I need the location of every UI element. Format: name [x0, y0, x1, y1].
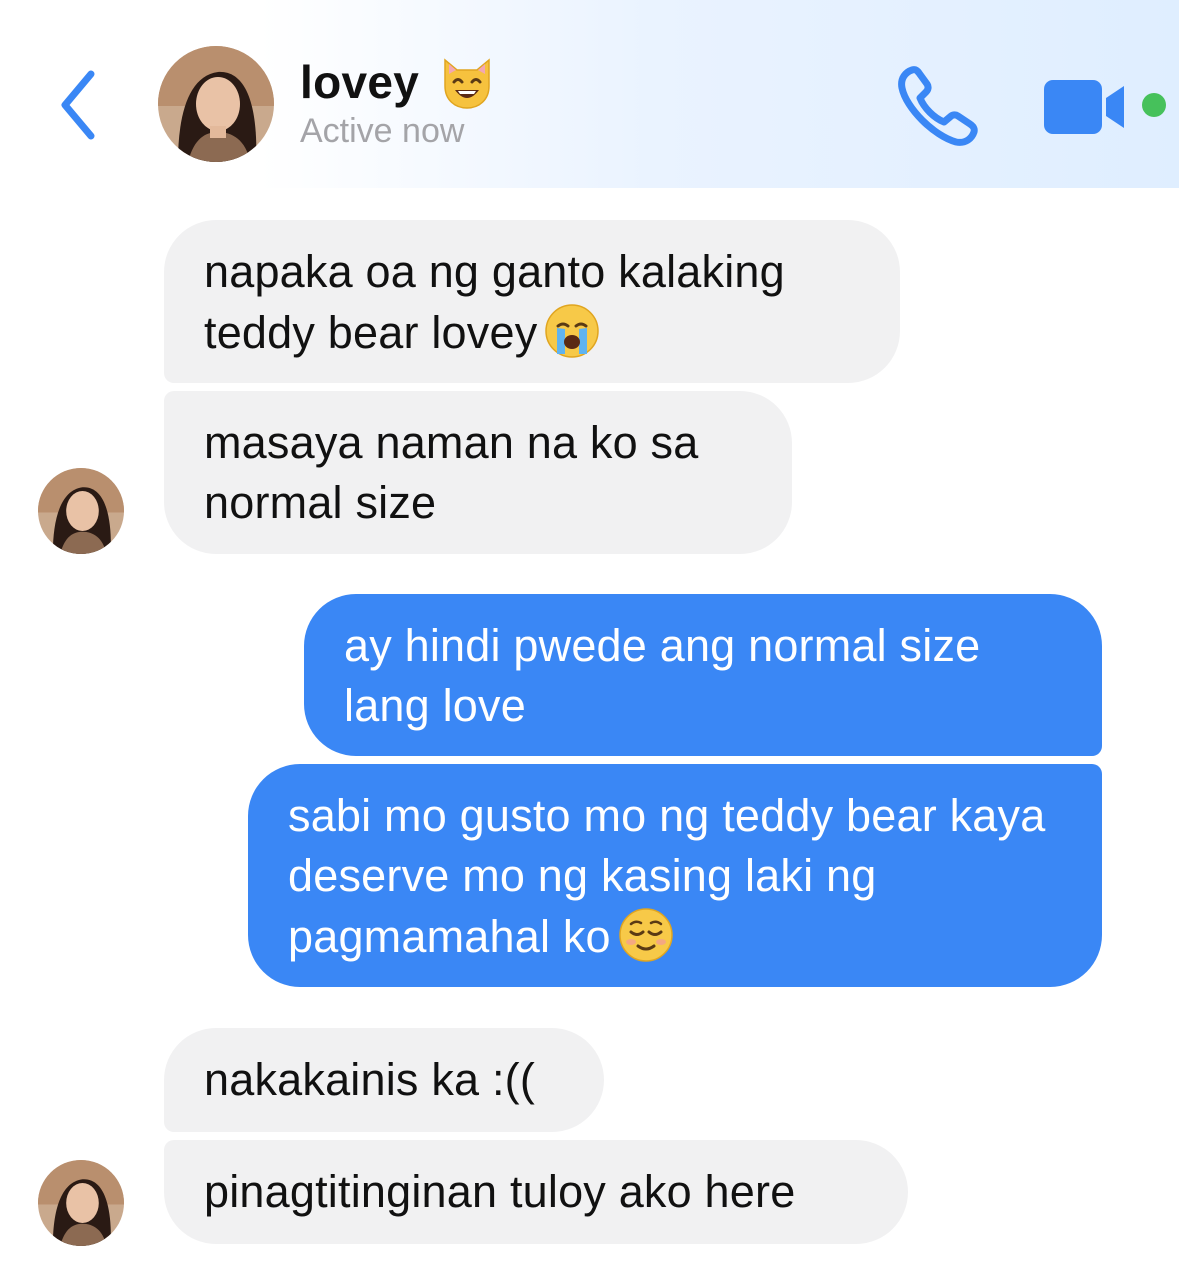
- incoming-message[interactable]: nakakainis ka :((: [164, 1028, 604, 1132]
- contact-status: Active now: [300, 112, 465, 150]
- contact-avatar[interactable]: [158, 46, 274, 162]
- message-text: napaka oa ng ganto kalaking teddy bear l…: [204, 246, 785, 358]
- outgoing-message[interactable]: sabi mo gusto mo ng teddy bear kaya dese…: [248, 764, 1102, 987]
- video-camera-icon: [1044, 80, 1124, 134]
- relieved-face-icon: [617, 906, 675, 964]
- phone-icon: [898, 66, 978, 146]
- contact-avatar-small[interactable]: [38, 468, 124, 554]
- video-call-button[interactable]: [1040, 74, 1130, 140]
- message-text: ay hindi pwede ang normal size lang love: [344, 620, 981, 731]
- message-text: pinagtitinginan tuloy ako here: [204, 1166, 796, 1217]
- contact-name-text: lovey: [300, 56, 420, 108]
- messenger-chat-screen: lovey Active now napaka oa ng ganto kala…: [0, 0, 1179, 1274]
- incoming-message[interactable]: pinagtitinginan tuloy ako here: [164, 1140, 908, 1244]
- incoming-message[interactable]: masaya naman na ko sa normal size: [164, 391, 792, 554]
- back-button[interactable]: [48, 62, 108, 148]
- grinning-cat-emoji-icon: [437, 52, 497, 112]
- incoming-message[interactable]: napaka oa ng ganto kalaking teddy bear l…: [164, 220, 900, 383]
- call-button[interactable]: [894, 64, 980, 150]
- message-text: nakakainis ka :((: [204, 1054, 536, 1105]
- online-indicator: [1142, 93, 1166, 117]
- contact-avatar-small[interactable]: [38, 1160, 124, 1246]
- loudly-crying-face-icon: [543, 302, 601, 360]
- chevron-left-icon: [61, 70, 95, 140]
- outgoing-message[interactable]: ay hindi pwede ang normal size lang love: [304, 594, 1102, 756]
- contact-name[interactable]: lovey: [300, 52, 497, 112]
- chat-header: lovey Active now: [0, 0, 1179, 188]
- message-text: masaya naman na ko sa normal size: [204, 417, 699, 528]
